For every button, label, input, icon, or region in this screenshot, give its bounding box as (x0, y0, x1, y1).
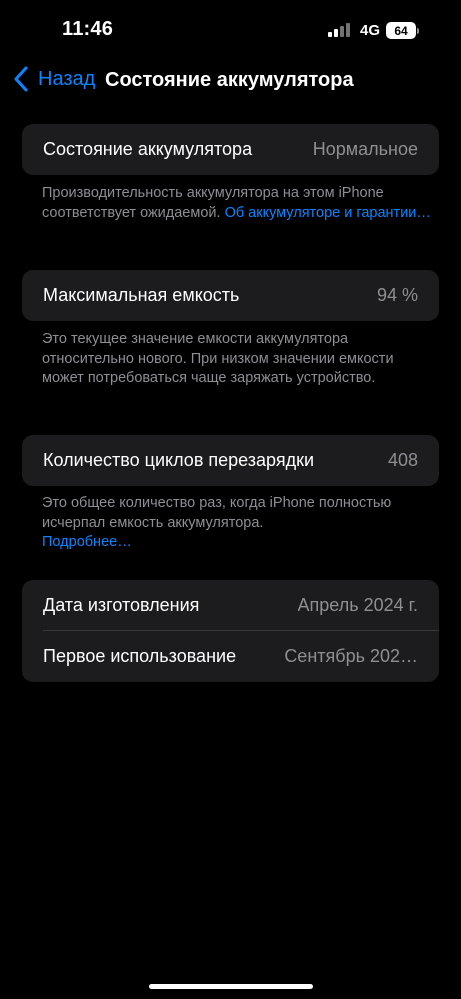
max-capacity-footnote: Это текущее значение емкости аккумулятор… (42, 331, 394, 386)
battery-health-row: Состояние аккумулятора Нормальное (22, 124, 439, 175)
max-capacity-value: 94 % (376, 285, 418, 305)
battery-health-screen: 11:46 4G 64 Назад Состояние аккумулятора (0, 0, 461, 999)
max-capacity-group: Максимальная емкость 94 % (22, 270, 439, 321)
learn-more-link[interactable]: Подробнее… (42, 534, 132, 550)
max-capacity-row: Максимальная емкость 94 % (22, 270, 439, 321)
signal-bars-icon (327, 22, 354, 39)
battery-health-group: Состояние аккумулятора Нормальное (22, 124, 439, 175)
battery-health-label: Состояние аккумулятора (43, 139, 253, 159)
battery-warranty-link[interactable]: Об аккумуля­торе и гарантии… (225, 205, 431, 221)
network-type: 4G (359, 22, 380, 39)
cycle-count-group: Количество циклов перезарядки 408 (22, 435, 439, 486)
first-use-label: Первое использование (43, 646, 237, 666)
battery-icon: 64 (386, 22, 419, 39)
back-label: Назад (38, 67, 96, 90)
first-use-value: Сентябрь 202… (284, 646, 418, 666)
manufacture-date-value: Апрель 2024 г. (297, 595, 418, 615)
page-title: Состояние аккумулятора (105, 69, 354, 91)
battery-level: 64 (386, 22, 416, 39)
cycle-count-footnote-text: Это общее количество раз, когда iPhone п… (42, 495, 392, 531)
navigation-bar: Назад Состояние аккумулятора (0, 62, 461, 102)
cycle-count-label: Количество циклов перезарядки (43, 450, 315, 470)
status-indicators: 4G 64 (327, 22, 419, 39)
manufacture-date-label: Дата изготовления (43, 595, 200, 615)
chevron-left-icon (14, 66, 28, 92)
cycle-count-row: Количество циклов перезарядки 408 (22, 435, 439, 486)
manufacture-date-row: Дата изготовления Апрель 2024 г. (22, 580, 439, 631)
status-bar: 11:46 4G 64 (0, 0, 461, 60)
home-indicator[interactable] (149, 984, 313, 989)
max-capacity-label: Максимальная емкость (43, 285, 240, 305)
cycle-count-footnote: Это общее количество раз, когда iPhone п… (42, 494, 432, 553)
cycle-count-value: 408 (387, 450, 418, 470)
status-time: 11:46 (62, 18, 114, 40)
first-use-row: Первое использование Сентябрь 202… (22, 631, 439, 682)
dates-group: Дата изготовления Апрель 2024 г. Первое … (22, 580, 439, 682)
battery-health-value: Нормальное (312, 139, 418, 159)
battery-health-footnote: Производительность аккумулятора на этом … (42, 184, 432, 223)
back-button[interactable]: Назад (12, 66, 95, 92)
